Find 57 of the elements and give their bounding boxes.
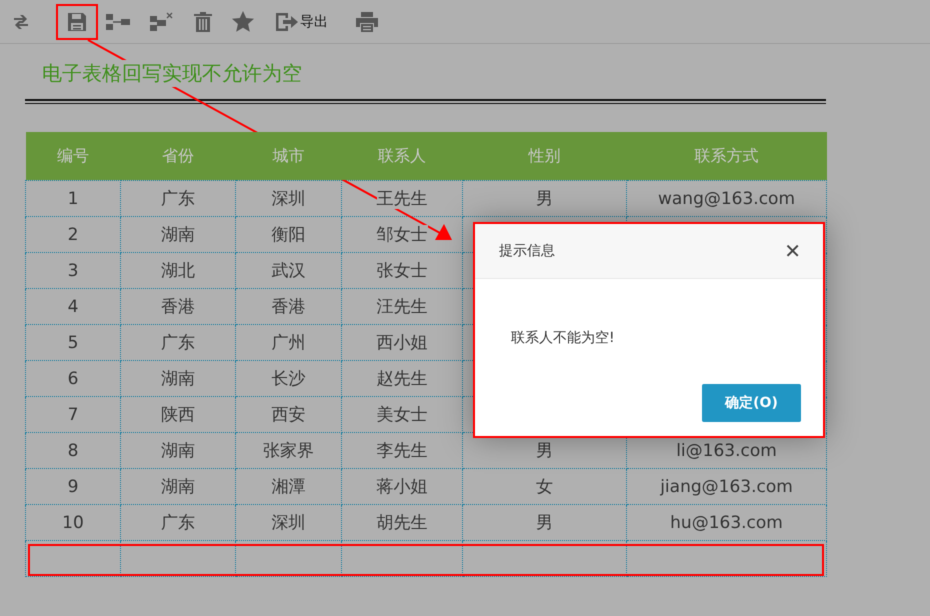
column-header: 省份	[120, 132, 236, 180]
table-cell: 深圳	[272, 189, 306, 209]
table-cell: li@163.com	[676, 440, 777, 460]
table-cell: 衡阳	[272, 225, 306, 245]
table-cell: 陕西	[161, 405, 195, 425]
export-icon	[276, 12, 298, 32]
table-cell: 汪先生	[376, 297, 428, 317]
insert-row-icon[interactable]	[106, 12, 130, 30]
table-cell: 西安	[272, 405, 306, 425]
table-cell: 胡先生	[376, 513, 428, 533]
star-icon[interactable]	[232, 11, 254, 32]
table-cell: 男	[536, 441, 553, 461]
refresh-icon[interactable]	[12, 12, 30, 30]
table-cell: 女	[536, 477, 553, 497]
table-cell: 深圳	[272, 513, 306, 533]
table-cell: 香港	[272, 297, 306, 317]
table-cell: 李先生	[376, 441, 428, 461]
page-title: 电子表格回写实现不允许为空	[42, 60, 302, 87]
print-icon[interactable]	[356, 12, 378, 32]
table-cell: 张女士	[376, 261, 428, 281]
table-cell: 湖南	[161, 441, 195, 461]
table-cell: 蒋小姐	[376, 477, 428, 497]
table-cell: 武汉	[272, 261, 306, 281]
column-header: 性别	[462, 132, 626, 180]
table-cell: 长沙	[272, 369, 306, 389]
table-cell: jiang@163.com	[660, 476, 793, 496]
table-cell: 广东	[161, 189, 195, 209]
table-cell: 湘潭	[272, 477, 306, 497]
table-cell: 美女士	[376, 405, 428, 425]
trash-icon[interactable]	[194, 12, 212, 32]
column-header: 城市	[236, 132, 342, 180]
table-cell: wang@163.com	[658, 188, 796, 208]
table-cell: 香港	[161, 297, 195, 317]
table-cell: 男	[536, 513, 553, 533]
table-cell: 广东	[161, 333, 195, 353]
table-cell: 男	[536, 189, 553, 209]
save-button[interactable]	[56, 4, 98, 40]
table-cell: 王先生	[376, 189, 428, 209]
table-cell: 广州	[272, 333, 306, 353]
table-cell: hu@163.com	[670, 512, 783, 532]
table-cell: 湖南	[161, 369, 195, 389]
close-button[interactable]: ✕	[784, 239, 801, 263]
table-cell: 湖南	[161, 477, 195, 497]
table-cell: 邹女士	[376, 225, 428, 245]
table-cell: 张家界	[263, 441, 314, 461]
column-header: 联系人	[342, 132, 462, 180]
dialog-title: 提示信息	[499, 242, 555, 260]
table-cell: 湖南	[161, 225, 195, 245]
table-cell: 赵先生	[376, 369, 428, 389]
column-header: 联系方式	[626, 132, 826, 180]
delete-row-icon[interactable]	[150, 12, 174, 32]
table-cell: 湖北	[161, 261, 195, 281]
export-button[interactable]: 导出	[274, 10, 330, 34]
dialog-message: 联系人不能为空!	[511, 330, 615, 346]
table-cell: 西小姐	[376, 333, 428, 353]
column-header: 编号	[26, 132, 120, 180]
table-cell: 广东	[161, 513, 195, 533]
